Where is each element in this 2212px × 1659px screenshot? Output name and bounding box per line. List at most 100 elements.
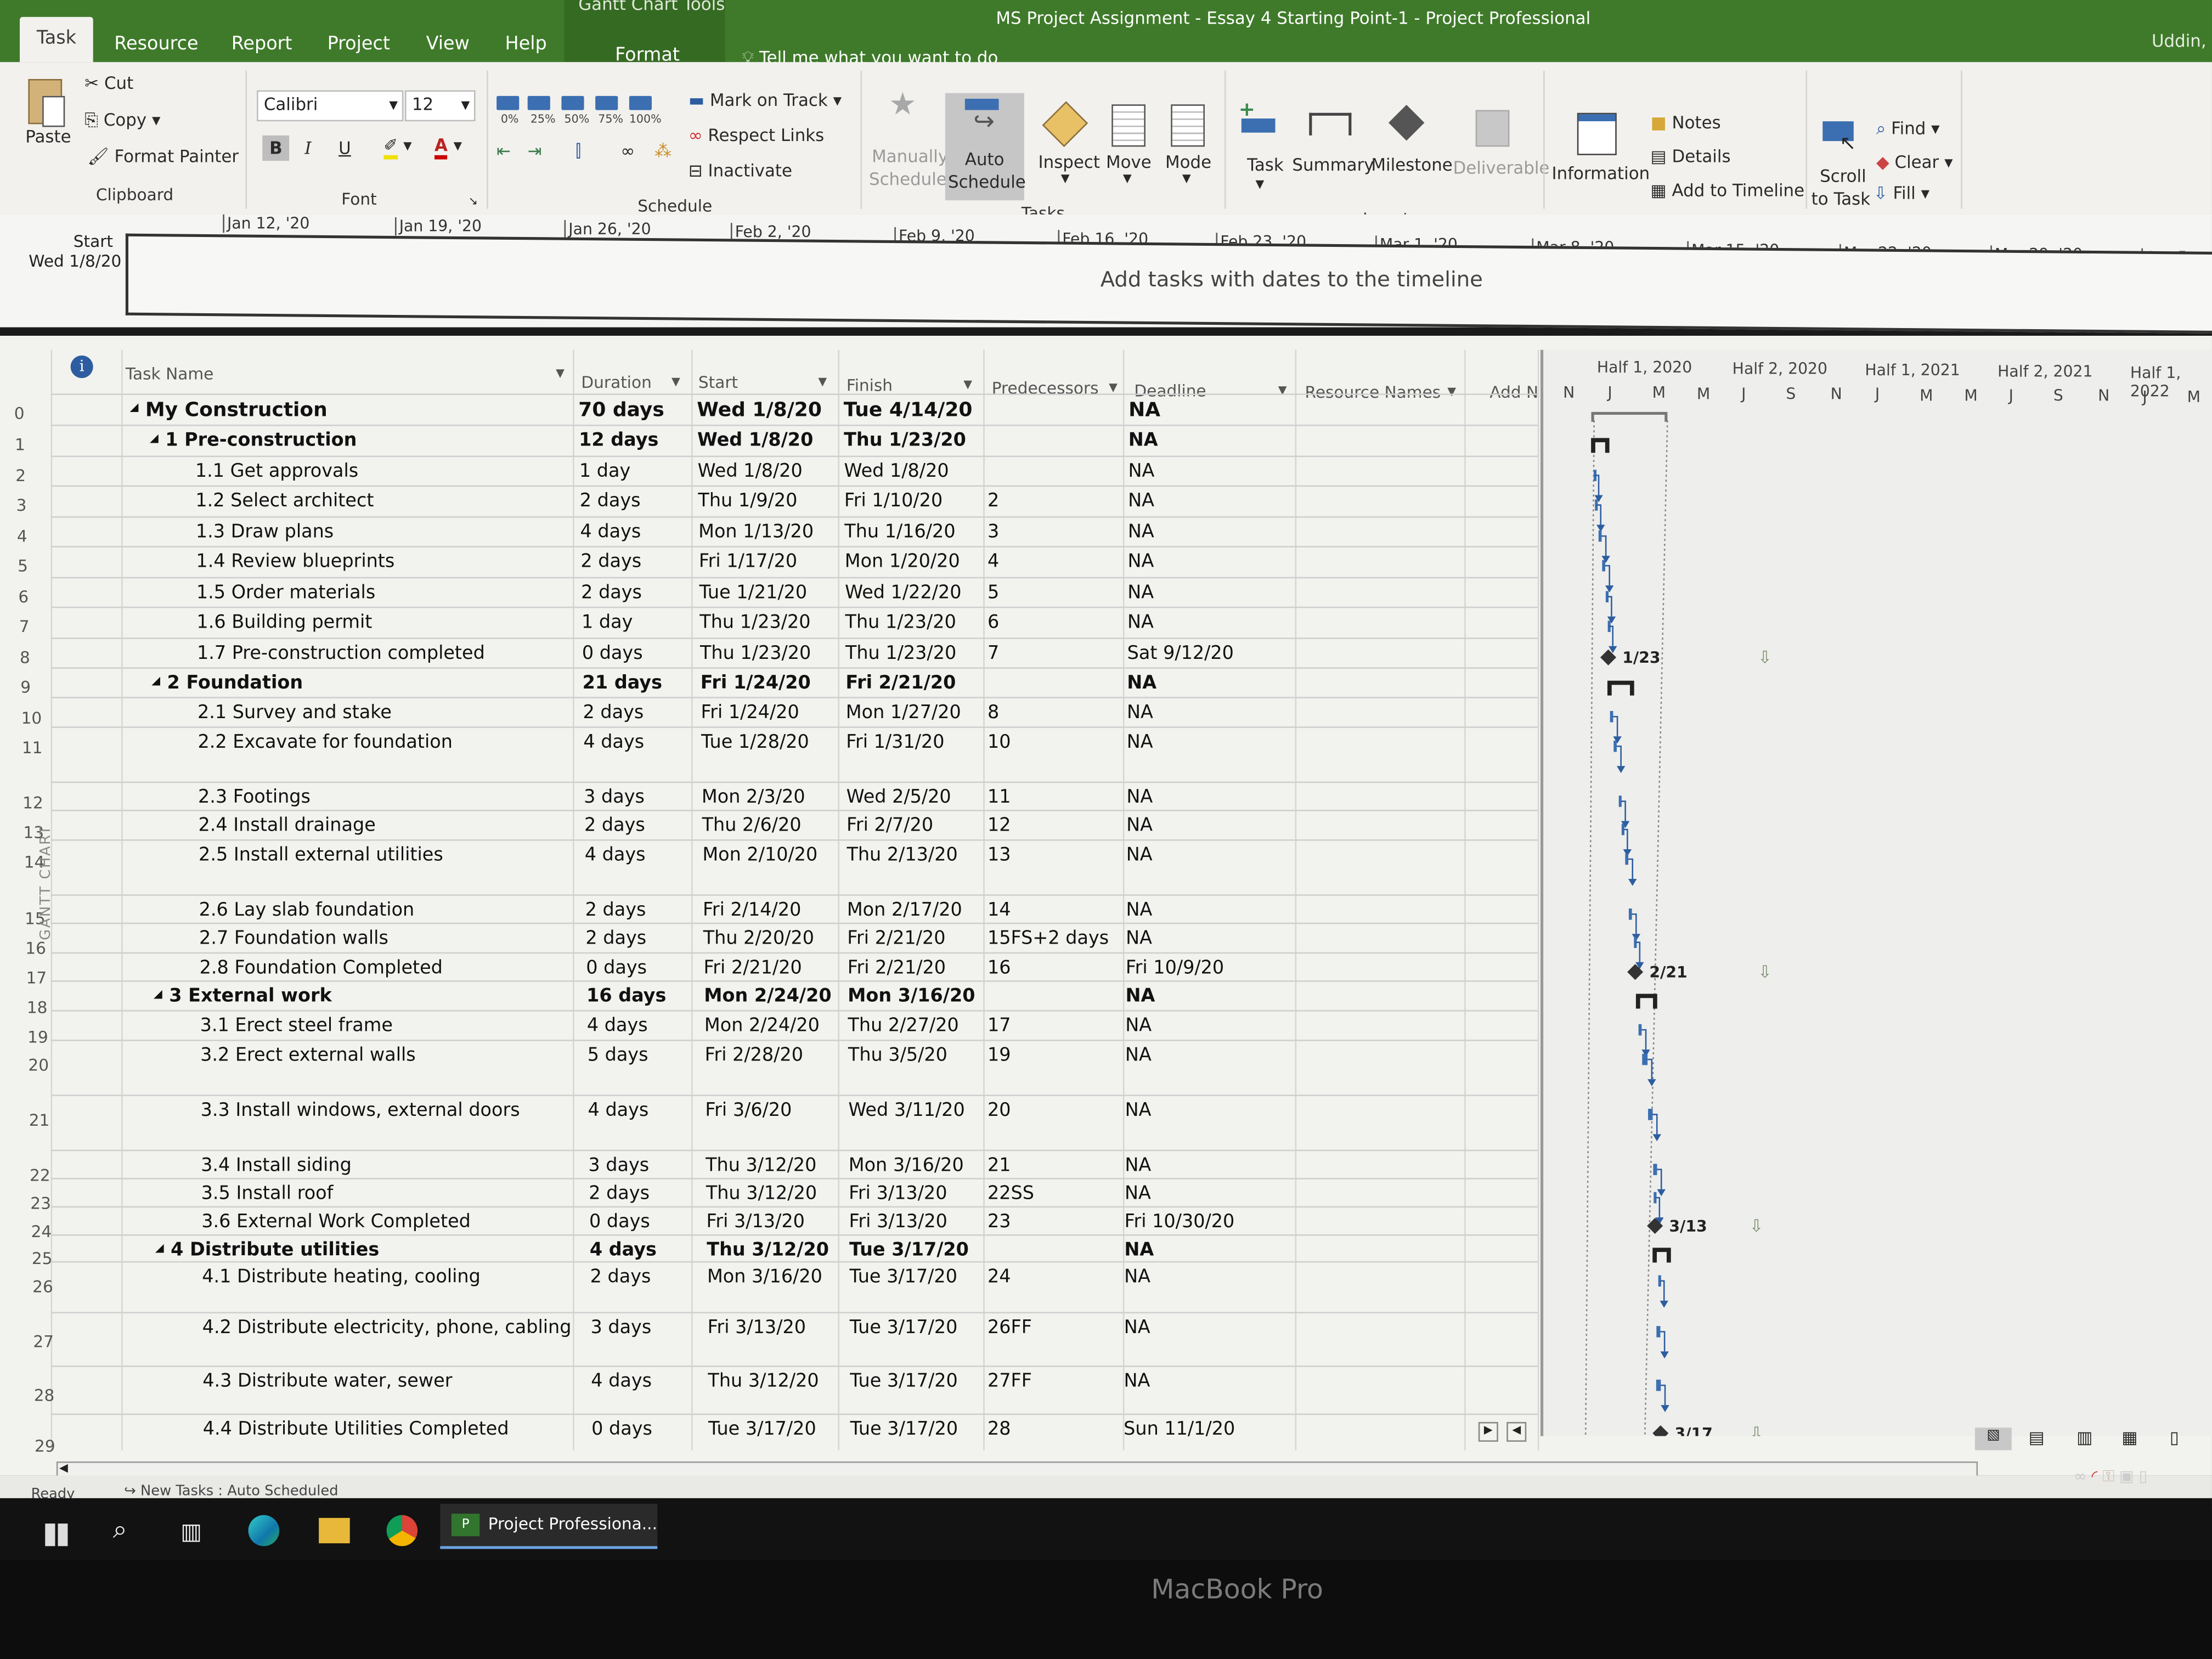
task-view-icon[interactable]: ▥ — [180, 1518, 202, 1545]
predecessors-cell[interactable]: 6 — [988, 612, 999, 634]
start-cell[interactable]: Fri 3/13/20 — [708, 1318, 806, 1339]
tab-report[interactable]: Report — [232, 34, 292, 55]
deadline-cell[interactable]: NA — [1128, 430, 1158, 452]
underline-button[interactable]: U — [338, 138, 351, 158]
start-cell[interactable]: Mon 2/24/20 — [704, 1015, 820, 1037]
key-icon[interactable]: ⚿ — [2103, 1467, 2115, 1485]
row-number[interactable]: 20 — [28, 1055, 49, 1075]
row-number[interactable]: 2 — [15, 466, 26, 486]
deadline-cell[interactable]: Sat 9/12/20 — [1127, 644, 1234, 665]
task-name-cell[interactable]: 4.1 Distribute heating, cooling — [202, 1267, 481, 1288]
duration-cell[interactable]: 1 day — [579, 461, 630, 483]
row-number[interactable]: 23 — [30, 1193, 51, 1213]
predecessors-cell[interactable]: 5 — [988, 583, 999, 604]
duration-cell[interactable]: 21 days — [583, 673, 662, 695]
inactivate-button[interactable]: ⊟ Inactivate — [689, 161, 792, 180]
finish-cell[interactable]: Thu 1/23/20 — [845, 612, 956, 634]
task-name-cell[interactable]: My Construction — [145, 399, 328, 422]
row-number[interactable]: 18 — [27, 997, 48, 1017]
finish-cell[interactable]: Thu 2/13/20 — [847, 845, 957, 866]
auto-schedule-button[interactable]: ↪ Auto Schedule — [945, 93, 1026, 201]
deadline-cell[interactable]: NA — [1125, 1015, 1152, 1037]
deadline-cell[interactable]: NA — [1124, 1371, 1150, 1392]
percent-75-button[interactable] — [595, 95, 618, 110]
row-number[interactable]: 16 — [25, 938, 46, 958]
duration-cell[interactable]: 0 days — [591, 1419, 652, 1441]
taskbar-app-project[interactable]: P Project Professiona... — [440, 1504, 658, 1549]
task-usage-icon[interactable]: ▤ — [2029, 1427, 2045, 1447]
task-name-cell[interactable]: 2.4 Install drainage — [199, 815, 376, 837]
row-number[interactable]: 25 — [32, 1249, 53, 1268]
row-number[interactable]: 9 — [20, 677, 31, 697]
predecessors-cell[interactable]: 12 — [988, 815, 1011, 837]
finish-cell[interactable]: Mon 3/16/20 — [849, 1155, 964, 1177]
link-tasks-button[interactable]: ∞ — [620, 141, 635, 161]
highlight-color-button[interactable]: ✐ ▾ — [383, 135, 412, 160]
predecessors-cell[interactable]: 8 — [988, 703, 999, 724]
row-number[interactable]: 26 — [32, 1277, 53, 1296]
finish-cell[interactable]: Tue 3/17/20 — [850, 1318, 958, 1339]
copy-button[interactable]: ⎘ Copy ▾ — [84, 110, 160, 132]
deadline-cell[interactable]: NA — [1125, 1045, 1152, 1066]
predecessors-cell[interactable]: 23 — [988, 1212, 1011, 1233]
finish-cell[interactable]: Fri 3/13/20 — [849, 1183, 947, 1205]
start-cell[interactable]: Wed 1/8/20 — [697, 399, 822, 422]
column-header-task-name[interactable]: Task Name — [126, 364, 213, 383]
row-number[interactable]: 29 — [35, 1436, 55, 1456]
finish-cell[interactable]: Thu 1/23/20 — [844, 430, 966, 452]
start-cell[interactable]: Thu 2/6/20 — [702, 815, 802, 837]
duration-cell[interactable]: 16 days — [586, 986, 666, 1007]
task-name-cell[interactable]: 4 Distribute utilities — [171, 1240, 379, 1261]
task-name-cell[interactable]: 3.2 Erect external walls — [200, 1045, 416, 1066]
scroll-to-task-button[interactable]: ↖ Scroll to Task — [1812, 119, 1871, 209]
format-painter-button[interactable]: 🖌︎ Format Painter — [87, 146, 239, 166]
team-planner-icon[interactable]: ▥ — [2076, 1427, 2092, 1447]
start-cell[interactable]: Fri 2/28/20 — [705, 1045, 803, 1066]
row-number[interactable]: 19 — [27, 1027, 48, 1047]
start-cell[interactable]: Mon 3/16/20 — [707, 1267, 822, 1288]
start-cell[interactable]: Fri 2/14/20 — [703, 900, 801, 922]
duration-cell[interactable]: 3 days — [584, 787, 645, 809]
start-cell[interactable]: Fri 1/24/20 — [701, 703, 799, 724]
predecessors-cell[interactable]: 26FF — [988, 1318, 1032, 1339]
row-number[interactable]: 0 — [14, 403, 25, 423]
dialog-launcher-icon[interactable]: ↘ — [469, 195, 478, 207]
font-color-button[interactable]: A ▾ — [434, 135, 462, 160]
finish-cell[interactable]: Tue 4/14/20 — [844, 399, 973, 422]
task-name-cell[interactable]: 2 Foundation — [167, 673, 303, 695]
gantt-scroll-left-button[interactable]: ◀ — [1506, 1421, 1527, 1442]
task-name-cell[interactable]: 1.3 Draw plans — [196, 522, 334, 543]
duration-cell[interactable]: 2 days — [581, 583, 642, 604]
predecessors-cell[interactable]: 28 — [988, 1419, 1011, 1441]
duration-cell[interactable]: 4 days — [587, 1015, 648, 1037]
add-to-timeline-button[interactable]: ▦ Add to Timeline — [1651, 180, 1805, 200]
predecessors-cell[interactable]: 14 — [988, 900, 1011, 922]
predecessors-cell[interactable]: 17 — [988, 1015, 1011, 1037]
font-family-select[interactable]: Calibri ▼ — [256, 90, 404, 122]
finish-cell[interactable]: Wed 2/5/20 — [847, 787, 951, 809]
task-name-cell[interactable]: 2.3 Footings — [198, 787, 311, 809]
duration-cell[interactable]: 2 days — [584, 815, 645, 837]
row-number[interactable]: 4 — [17, 526, 27, 546]
collapse-toggle-icon[interactable]: ◢ — [150, 432, 159, 444]
predecessors-cell[interactable]: 24 — [988, 1267, 1011, 1288]
mode-button[interactable]: Mode ▼ — [1163, 104, 1219, 198]
task-name-cell[interactable]: 4.4 Distribute Utilities Completed — [203, 1419, 509, 1441]
duration-cell[interactable]: 4 days — [580, 522, 641, 543]
duration-cell[interactable]: 1 day — [582, 612, 633, 634]
task-name-cell[interactable]: 2.6 Lay slab foundation — [199, 900, 415, 922]
start-cell[interactable]: Fri 1/17/20 — [699, 551, 797, 573]
mark-on-track-button[interactable]: ▬ Mark on Track ▾ — [689, 91, 842, 110]
task-name-cell[interactable]: 2.1 Survey and stake — [198, 703, 392, 724]
predecessors-cell[interactable]: 19 — [988, 1045, 1011, 1066]
start-cell[interactable]: Mon 2/24/20 — [704, 986, 831, 1007]
predecessors-cell[interactable]: 2 — [988, 491, 999, 512]
deadline-cell[interactable]: NA — [1127, 732, 1153, 754]
duration-cell[interactable]: 2 days — [585, 928, 646, 950]
column-header-start[interactable]: Start — [698, 373, 738, 392]
start-cell[interactable]: Thu 1/9/20 — [698, 491, 797, 512]
task-name-cell[interactable]: 1.5 Order materials — [196, 583, 375, 604]
finish-cell[interactable]: Mon 3/16/20 — [848, 986, 975, 1007]
row-number[interactable]: 11 — [22, 738, 43, 758]
move-button[interactable]: Move ▼ — [1103, 104, 1160, 198]
